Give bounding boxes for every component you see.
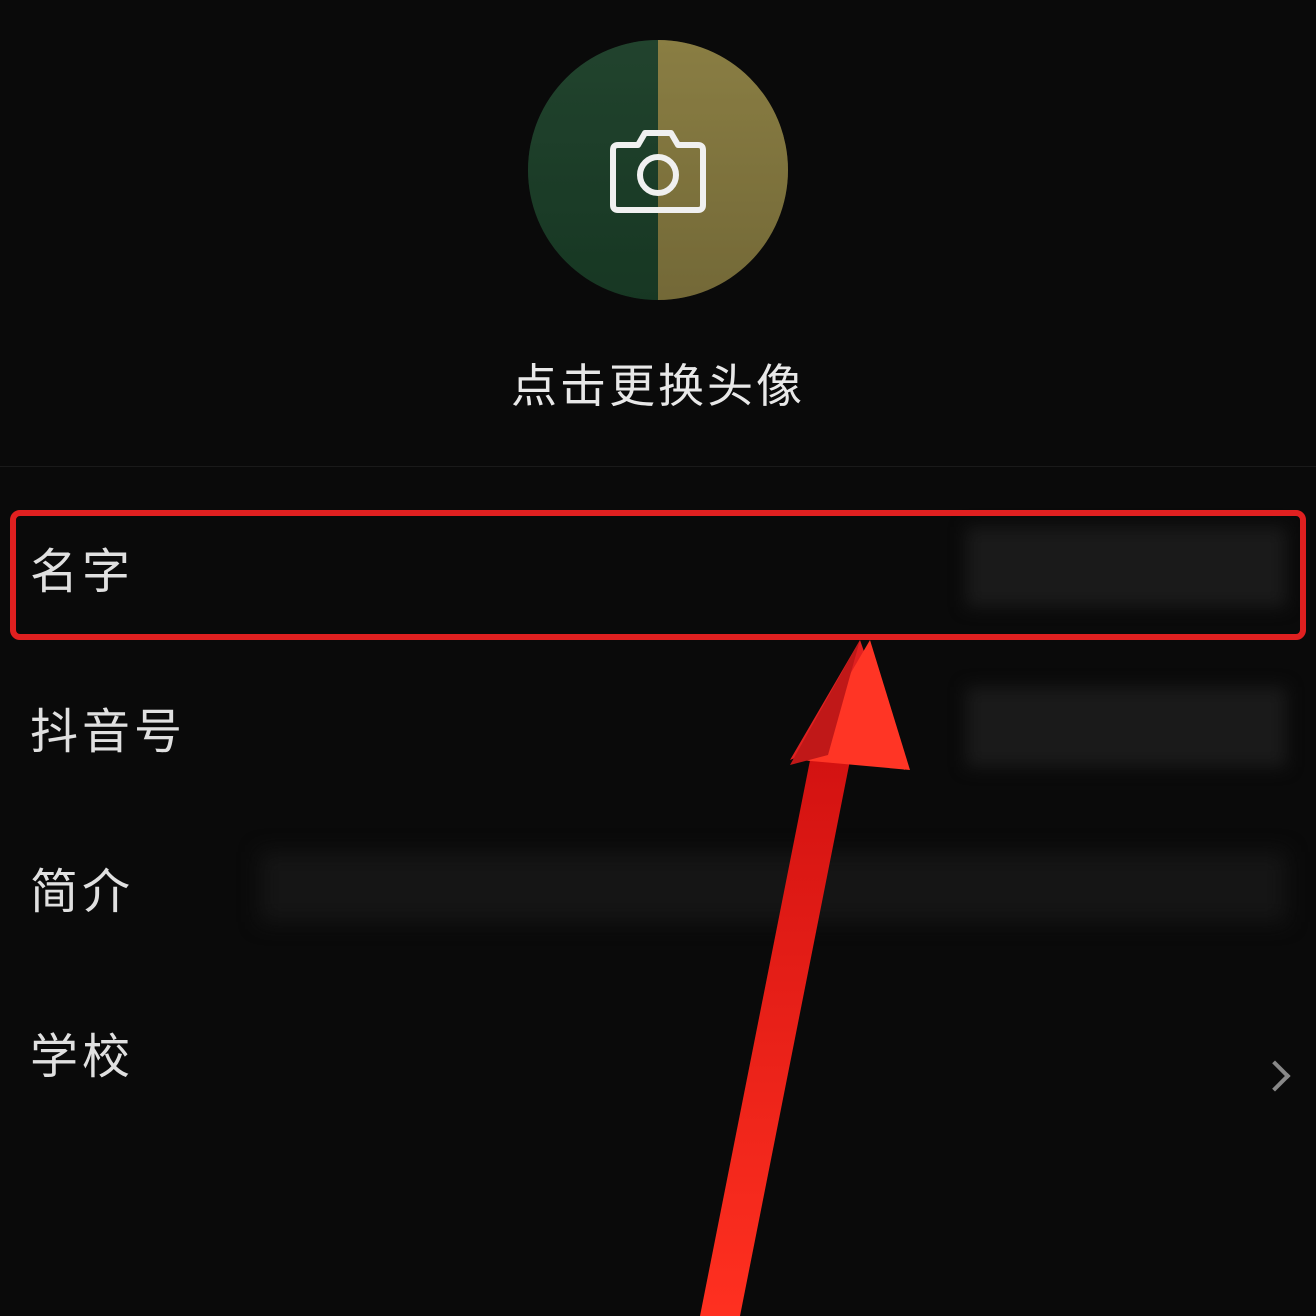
name-row[interactable]: 名字	[0, 487, 1316, 647]
avatar-section: 点击更换头像	[0, 0, 1316, 467]
name-value	[966, 527, 1286, 607]
bio-row[interactable]: 简介	[0, 807, 1316, 967]
camera-icon	[603, 125, 713, 215]
name-label: 名字	[30, 532, 134, 602]
douyin-id-value	[966, 687, 1286, 767]
chevron-right-icon	[1259, 1060, 1290, 1091]
school-row[interactable]: 学校	[0, 967, 1316, 1087]
school-label: 学校	[30, 1017, 134, 1087]
bio-label: 简介	[30, 852, 134, 922]
avatar-change-button[interactable]	[528, 40, 788, 300]
douyin-id-label: 抖音号	[30, 692, 186, 762]
avatar-change-label: 点击更换头像	[511, 350, 805, 416]
profile-form: 名字 抖音号 简介 学校	[0, 467, 1316, 1316]
douyin-id-row[interactable]: 抖音号	[0, 647, 1316, 807]
bio-value	[260, 852, 1286, 922]
